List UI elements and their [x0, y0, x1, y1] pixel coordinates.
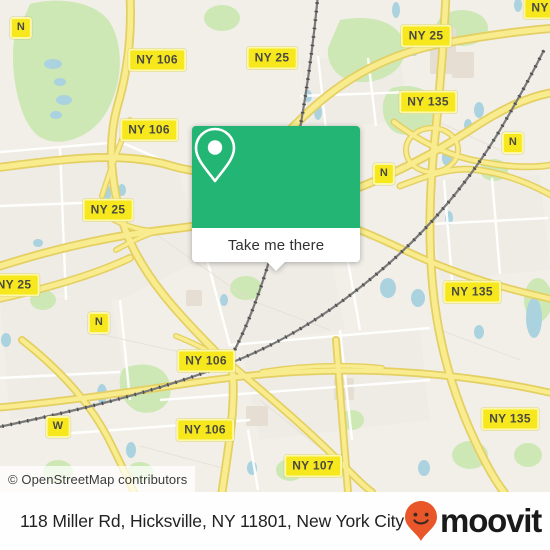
map-canvas[interactable]: NY 106 NY 25 NY 25 NY NY 135 NY 106 NY 25 NY 25… [0, 0, 550, 492]
moovit-wordmark: moovit [440, 502, 542, 539]
highway-shield: NY 106 [177, 349, 235, 373]
highway-shield: NY 107 [284, 454, 342, 478]
footer-bar: 118 Miller Rd, Hicksville, NY 11801, New… [0, 492, 550, 550]
osm-attribution: © OpenStreetMap contributors [0, 466, 196, 492]
highway-shield: N [87, 312, 111, 334]
highway-shield: W [45, 416, 71, 438]
moovit-smiley-pin-icon [405, 501, 438, 541]
popup-tail [267, 262, 285, 271]
highway-shield: NY 25 [246, 46, 298, 70]
map-screenshot: NY 106 NY 25 NY 25 NY NY 135 NY 106 NY 25 NY 25… [0, 0, 550, 550]
take-me-there-button[interactable]: Take me there [192, 228, 360, 271]
highway-shield: NY 135 [443, 280, 501, 304]
location-popup[interactable]: Take me there [192, 126, 360, 271]
moovit-logo[interactable]: moovit [404, 500, 542, 542]
highway-shield: NY 106 [128, 48, 186, 72]
address-label: 118 Miller Rd, Hicksville, NY 11801, New… [20, 510, 405, 531]
highway-shield: NY [523, 0, 550, 20]
highway-shield: N [9, 17, 33, 39]
highway-shield: NY 106 [176, 418, 234, 442]
highway-shield: NY 106 [120, 118, 178, 142]
highway-shield: NY 25 [0, 273, 40, 297]
highway-shield: NY 25 [400, 24, 452, 48]
highway-shield: NY 135 [481, 407, 539, 431]
popup-header [192, 126, 360, 228]
highway-shield: NY 25 [82, 198, 134, 222]
map-pin-icon [194, 127, 236, 183]
highway-shield: NY 135 [399, 90, 457, 114]
take-me-there-label: Take me there [227, 236, 325, 254]
highway-shield: N [372, 163, 396, 185]
highway-shield: N [501, 132, 525, 154]
